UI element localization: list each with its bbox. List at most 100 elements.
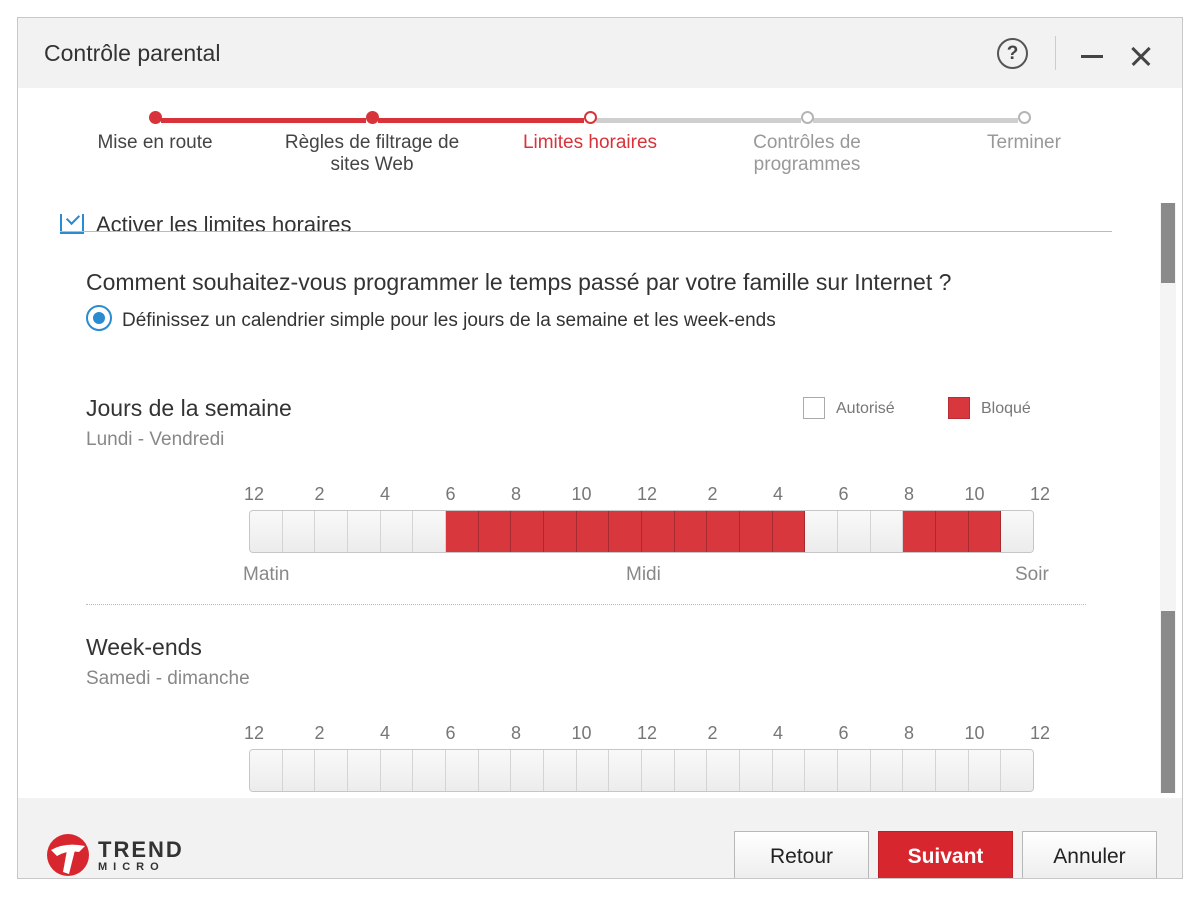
time-slot-allowed[interactable]	[674, 750, 708, 791]
hour-tick-label: 12	[243, 723, 265, 743]
simple-calendar-radio[interactable]	[86, 305, 112, 331]
time-slot-blocked[interactable]	[936, 511, 969, 552]
time-slot-blocked[interactable]	[674, 511, 708, 552]
time-slot-allowed[interactable]	[707, 750, 741, 791]
help-icon[interactable]: ?	[997, 38, 1028, 69]
time-slot-allowed[interactable]	[805, 511, 839, 552]
time-slot-blocked[interactable]	[642, 511, 675, 552]
back-button[interactable]: Retour	[734, 831, 869, 878]
time-slot-allowed[interactable]	[1001, 750, 1033, 791]
close-button[interactable]	[1124, 38, 1158, 72]
time-slot-blocked[interactable]	[446, 511, 479, 552]
time-slot-allowed[interactable]	[870, 511, 904, 552]
parental-control-window: Contrôle parental ? Mise en route Règles …	[17, 17, 1183, 879]
stepper-dot	[366, 111, 379, 124]
time-slot-blocked[interactable]	[740, 511, 773, 552]
hour-tick-label: 2	[314, 484, 325, 504]
time-slot-allowed[interactable]	[315, 750, 349, 791]
time-slot-allowed[interactable]	[250, 511, 283, 552]
time-slot-allowed[interactable]	[380, 511, 414, 552]
hour-tick-label: 8	[510, 484, 522, 504]
time-limits-content: Activer les limites horaires Comment sou…	[18, 198, 1160, 798]
hour-tick-label: 10	[571, 723, 592, 743]
weekdays-morning-label: Matin	[243, 564, 290, 585]
time-slot-allowed[interactable]	[936, 750, 969, 791]
section-divider	[60, 231, 1112, 232]
time-slot-allowed[interactable]	[1001, 511, 1033, 552]
time-slot-allowed[interactable]	[772, 750, 806, 791]
hour-tick-label: 12	[1029, 723, 1051, 743]
stepper-label: Limites horaires	[522, 132, 658, 153]
weekdays-time-grid[interactable]	[249, 510, 1034, 553]
time-slot-allowed[interactable]	[250, 750, 283, 791]
time-slot-blocked[interactable]	[903, 511, 937, 552]
time-slot-blocked[interactable]	[772, 511, 806, 552]
hour-tick-label: 8	[903, 723, 915, 743]
scrollbar-thumb-top[interactable]	[1161, 203, 1175, 283]
time-slot-allowed[interactable]	[903, 750, 937, 791]
time-slot-allowed[interactable]	[282, 511, 316, 552]
hour-tick-label: 6	[445, 484, 456, 504]
legend-blocked-label: Bloqué	[981, 400, 1031, 417]
hour-tick-label: 6	[838, 723, 849, 743]
time-slot-allowed[interactable]	[968, 750, 1002, 791]
time-slot-allowed[interactable]	[609, 750, 643, 791]
hour-tick-label: 4	[379, 723, 391, 743]
next-button[interactable]: Suivant	[878, 831, 1013, 878]
time-slot-allowed[interactable]	[805, 750, 839, 791]
time-slot-allowed[interactable]	[446, 750, 479, 791]
time-slot-allowed[interactable]	[348, 750, 381, 791]
time-slot-blocked[interactable]	[707, 511, 741, 552]
stepper-label: Terminer	[987, 132, 1061, 153]
time-slot-allowed[interactable]	[870, 750, 904, 791]
titlebar-divider	[1055, 36, 1056, 70]
time-slot-allowed[interactable]	[740, 750, 773, 791]
weekdays-hour-labels: 12 2 4 6 8 10 12 2 4 6 8 10 12	[18, 484, 1160, 504]
legend-blocked-swatch	[948, 397, 970, 419]
weekdays-title: Jours de la semaine	[86, 395, 292, 421]
time-slot-allowed[interactable]	[315, 511, 349, 552]
time-slot-blocked[interactable]	[544, 511, 577, 552]
cancel-button[interactable]: Annuler	[1022, 831, 1157, 878]
minimize-icon	[1081, 55, 1103, 58]
time-slot-allowed[interactable]	[478, 750, 512, 791]
weekdays-subtitle: Lundi - Vendredi	[86, 429, 225, 450]
weekends-subtitle: Samedi - dimanche	[86, 668, 250, 689]
minimize-button[interactable]	[1076, 38, 1110, 72]
time-slot-allowed[interactable]	[380, 750, 414, 791]
weekdays-evening-label: Soir	[1015, 564, 1049, 585]
logo-text-line2: MICRO	[98, 861, 165, 873]
time-slot-allowed[interactable]	[413, 511, 447, 552]
time-slot-allowed[interactable]	[838, 511, 871, 552]
stepper-connector	[161, 118, 366, 123]
hour-tick-label: 10	[571, 484, 592, 504]
trend-micro-logo-icon	[47, 834, 89, 876]
time-slot-allowed[interactable]	[282, 750, 316, 791]
content-scrollbar[interactable]	[1160, 203, 1176, 793]
time-slot-allowed[interactable]	[348, 511, 381, 552]
time-slot-allowed[interactable]	[576, 750, 610, 791]
time-slot-blocked[interactable]	[511, 511, 545, 552]
stepper-dot	[584, 111, 597, 124]
time-slot-allowed[interactable]	[511, 750, 545, 791]
weekends-time-grid[interactable]	[249, 749, 1034, 792]
time-slot-blocked[interactable]	[478, 511, 512, 552]
time-slot-blocked[interactable]	[576, 511, 610, 552]
stepper-connector	[378, 118, 584, 123]
hour-tick-label: 6	[445, 723, 456, 743]
hour-tick-label: 12	[636, 723, 658, 743]
hour-tick-label: 12	[636, 484, 658, 504]
time-slot-allowed[interactable]	[413, 750, 447, 791]
scrollbar-thumb[interactable]	[1161, 611, 1175, 793]
hour-tick-label: 4	[772, 484, 784, 504]
weekends-title: Week-ends	[86, 634, 202, 660]
stepper-label: Mise en route	[97, 132, 213, 153]
time-slot-blocked[interactable]	[968, 511, 1002, 552]
time-slot-allowed[interactable]	[544, 750, 577, 791]
hour-tick-label: 12	[243, 484, 265, 504]
hour-tick-label: 10	[964, 723, 985, 743]
weekends-hour-labels: 12 2 4 6 8 10 12 2 4 6 8 10 12	[18, 723, 1160, 743]
time-slot-allowed[interactable]	[642, 750, 675, 791]
time-slot-blocked[interactable]	[609, 511, 643, 552]
time-slot-allowed[interactable]	[838, 750, 871, 791]
